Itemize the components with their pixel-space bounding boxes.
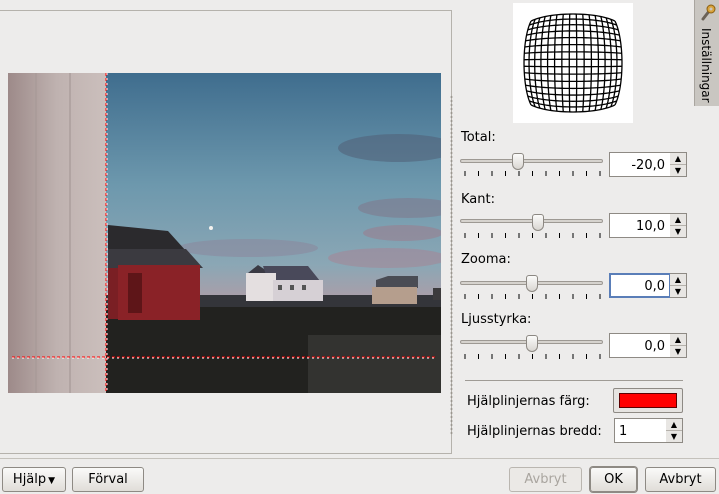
total-value-input[interactable]: -20,0 <box>609 152 671 177</box>
arrow-up-icon[interactable]: ▲ <box>670 274 686 286</box>
kant-value-input[interactable]: 10,0 <box>609 213 671 238</box>
ljusstyrka-value-input[interactable]: 0,0 <box>609 333 671 358</box>
total-label: Total: <box>461 130 496 145</box>
arrow-down-icon[interactable]: ▼ <box>670 346 686 357</box>
zooma-slider-ticks <box>464 294 601 299</box>
arrow-up-icon[interactable]: ▲ <box>670 153 686 165</box>
wrench-icon <box>700 4 716 22</box>
ljusstyrka-slider-knob[interactable] <box>525 335 538 352</box>
dropdown-arrow-icon: ▼ <box>48 476 56 486</box>
ok-button[interactable]: OK <box>590 467 637 492</box>
ljusstyrka-label: Ljusstyrka: <box>461 312 532 327</box>
arrow-up-icon[interactable]: ▲ <box>670 214 686 226</box>
ljusstyrka-slider-ticks <box>464 354 601 359</box>
arrow-up-icon[interactable]: ▲ <box>670 334 686 346</box>
guide-color-label: Hjälplinjernas färg: <box>467 394 590 409</box>
reset-button[interactable]: Förval <box>72 467 144 492</box>
guide-width-input[interactable]: 1 <box>614 418 667 443</box>
cancel-disabled-button[interactable]: Avbryt <box>509 467 582 492</box>
preview-image[interactable] <box>8 73 441 393</box>
distortion-grid-preview <box>513 3 633 123</box>
kant-slider-ticks <box>464 233 601 238</box>
help-button-label: Hjälp <box>12 472 47 487</box>
zooma-spin-buttons[interactable]: ▲ ▼ <box>670 273 687 298</box>
total-slider-knob[interactable] <box>512 153 525 170</box>
guide-color-swatch <box>619 393 677 408</box>
guide-color-button[interactable] <box>613 388 683 413</box>
total-slider-trough[interactable] <box>460 159 603 163</box>
kant-spin-buttons[interactable]: ▲ ▼ <box>670 213 687 238</box>
arrow-down-icon[interactable]: ▼ <box>666 431 682 442</box>
arrow-down-icon[interactable]: ▼ <box>670 165 686 176</box>
help-button[interactable]: Hjälp ▼ <box>2 467 66 492</box>
arrow-down-icon[interactable]: ▼ <box>670 226 686 237</box>
zooma-label: Zooma: <box>461 252 511 267</box>
arrow-up-icon[interactable]: ▲ <box>666 419 682 431</box>
cancel-button[interactable]: Avbryt <box>645 467 716 492</box>
kant-label: Kant: <box>461 192 495 207</box>
zooma-slider-knob[interactable] <box>525 275 538 292</box>
settings-tab[interactable]: Inställningar <box>694 0 719 106</box>
total-slider-ticks <box>464 171 601 176</box>
guide-width-label: Hjälplinjernas bredd: <box>467 424 602 439</box>
settings-separator <box>465 380 683 381</box>
arrow-down-icon[interactable]: ▼ <box>670 286 686 297</box>
settings-tab-label: Inställningar <box>699 28 713 103</box>
guide-width-spin-buttons[interactable]: ▲ ▼ <box>666 418 683 443</box>
pane-resize-handle[interactable] <box>450 95 453 435</box>
kant-slider-knob[interactable] <box>532 214 545 231</box>
total-spin-buttons[interactable]: ▲ ▼ <box>670 152 687 177</box>
zooma-value-input[interactable]: 0,0 <box>609 273 671 298</box>
bottom-separator <box>0 458 719 459</box>
ljusstyrka-spin-buttons[interactable]: ▲ ▼ <box>670 333 687 358</box>
